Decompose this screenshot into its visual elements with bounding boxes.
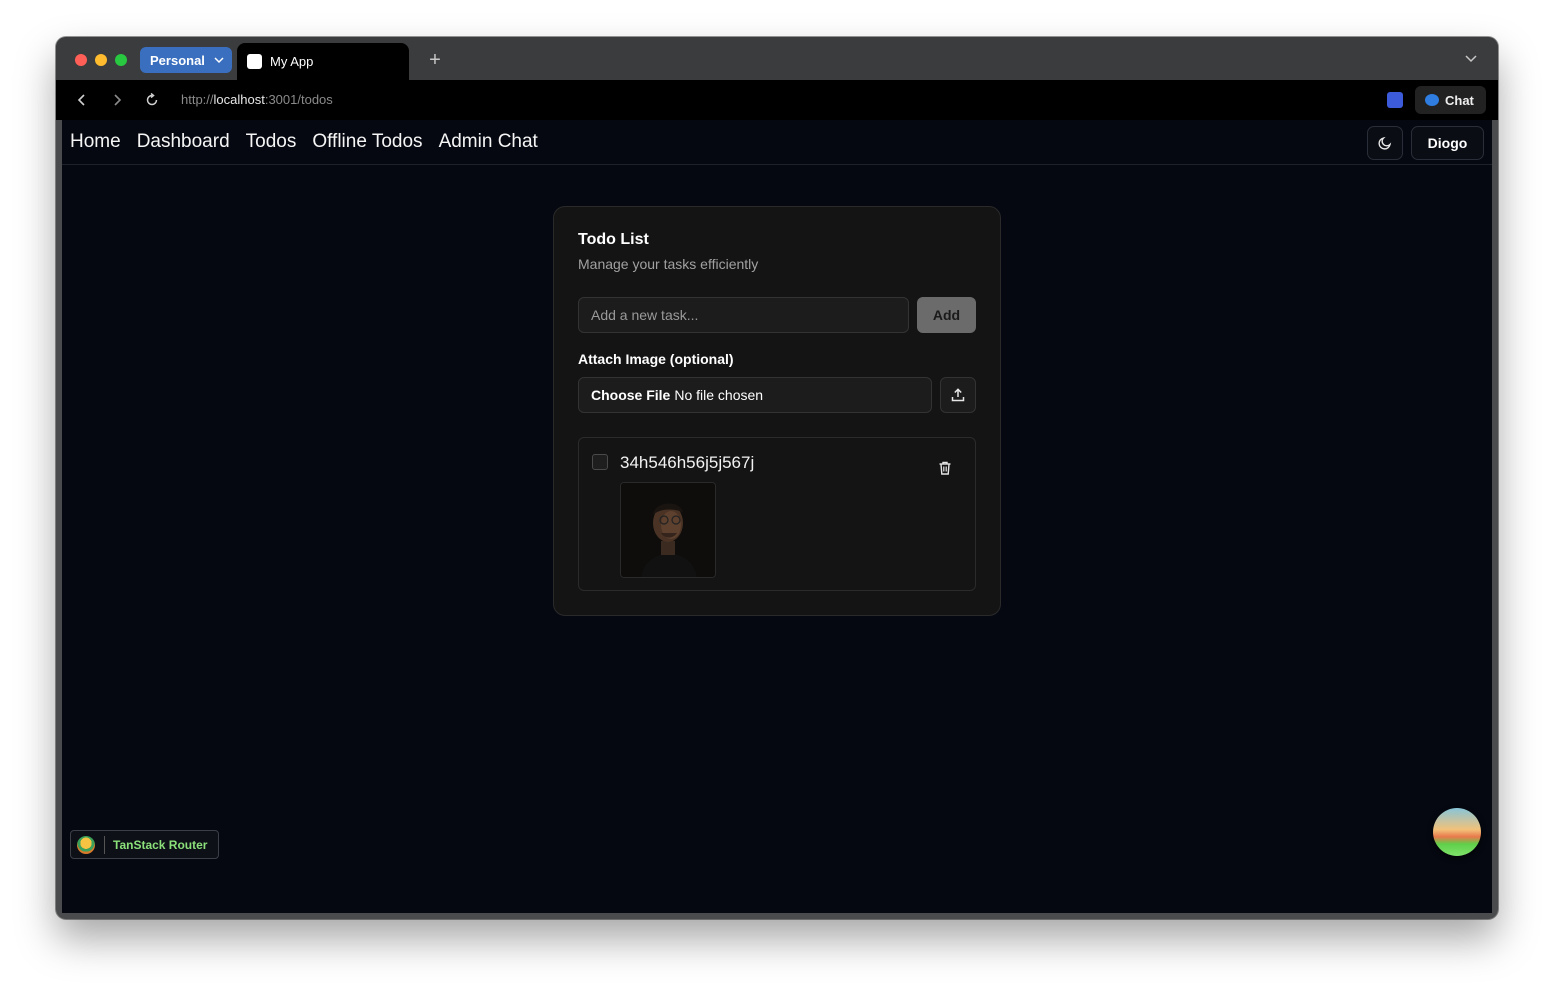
tanstack-router-devtools-button[interactable]: TanStack Router [70,830,219,859]
file-status: No file chosen [674,387,764,403]
nav-link-dashboard[interactable]: Dashboard [137,131,230,153]
nav-link-home[interactable]: Home [70,131,121,153]
moon-icon [1378,136,1392,150]
url-path: :3001/todos [264,92,333,107]
back-icon[interactable] [74,92,90,108]
chat-button[interactable]: Chat [1415,86,1486,114]
choose-file-label: Choose File [591,387,671,403]
tanstack-logo-icon [77,835,95,854]
todo-attached-image[interactable] [620,482,716,578]
tab-list-chevron-icon[interactable] [1464,53,1478,65]
new-task-input[interactable] [578,297,909,333]
todo-text: 34h546h56j5j567j [620,453,755,472]
maximize-window-button[interactable] [115,54,127,66]
nav-link-admin-chat[interactable]: Admin Chat [439,131,538,153]
page-content: Home Dashboard Todos Offline Todos Admin… [62,120,1492,913]
user-menu-button[interactable]: Diogo [1411,126,1484,160]
upload-button[interactable] [940,377,976,413]
nav-links: Home Dashboard Todos Offline Todos Admin… [70,131,538,153]
top-navigation: Home Dashboard Todos Offline Todos Admin… [62,120,1492,165]
profile-switcher[interactable]: Personal [140,47,232,73]
extension-icon[interactable] [1387,92,1403,108]
add-task-button[interactable]: Add [917,297,976,333]
divider [104,835,105,854]
profile-label: Personal [150,52,205,68]
url-field[interactable]: http://localhost:3001/todos [181,92,333,107]
todo-checkbox[interactable] [592,454,608,470]
forward-icon[interactable] [109,92,125,108]
url-host: localhost [213,92,265,107]
tab-my-app[interactable]: My App [237,43,409,80]
favicon-icon [247,54,262,69]
card-description: Manage your tasks efficiently [578,256,759,272]
chevron-down-icon [214,57,224,64]
query-devtools-icon[interactable] [1433,808,1481,856]
attach-image-label: Attach Image (optional) [578,351,734,367]
todo-card: Todo List Manage your tasks efficiently … [553,206,1001,616]
tab-title: My App [270,54,314,69]
todo-item: 34h546h56j5j567j [578,437,976,591]
theme-toggle-button[interactable] [1367,126,1403,160]
upload-icon [951,388,965,402]
portrait-photo [621,483,715,577]
new-tab-button[interactable]: + [424,49,446,71]
tab-bar: Personal My App + [56,37,1498,80]
url-scheme: http:// [181,92,214,107]
chat-label: Chat [1445,92,1474,108]
nav-link-todos[interactable]: Todos [246,131,297,153]
minimize-window-button[interactable] [95,54,107,66]
nav-link-offline-todos[interactable]: Offline Todos [312,131,422,153]
file-input[interactable]: Choose File No file chosen [578,377,932,413]
address-bar: http://localhost:3001/todos Chat [56,80,1498,120]
devtools-label: TanStack Router [113,837,208,852]
close-window-button[interactable] [75,54,87,66]
browser-window: Personal My App + http://localhost:3001/… [56,37,1498,919]
trash-icon[interactable] [937,460,953,476]
chat-bubble-icon [1425,94,1439,106]
card-title: Todo List [578,231,649,248]
reload-icon[interactable] [144,92,160,108]
